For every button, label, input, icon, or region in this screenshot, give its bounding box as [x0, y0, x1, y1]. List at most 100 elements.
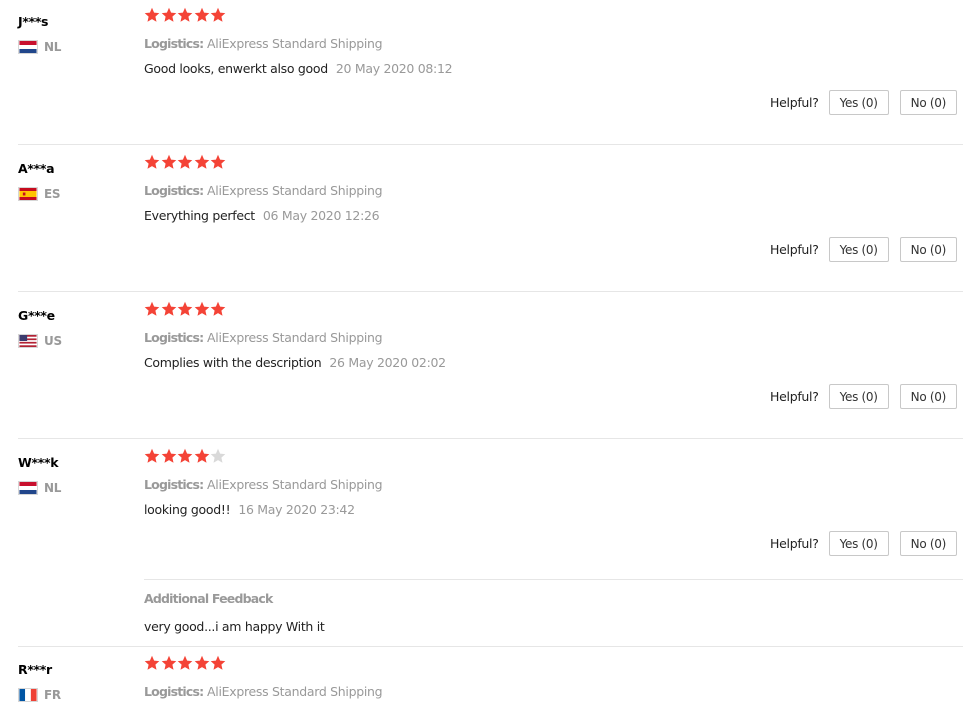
additional-feedback-divider — [144, 579, 963, 580]
helpful-no-button[interactable]: No (0) — [899, 237, 957, 262]
reviewer-name: J***s — [18, 14, 49, 29]
helpful-yes-button[interactable]: Yes (0) — [828, 90, 889, 115]
netherlands-flag-icon — [18, 481, 38, 495]
star-rating — [144, 7, 227, 23]
review-content: Everything perfect 06 May 2020 12:26 — [144, 208, 380, 223]
star-filled-icon — [144, 655, 160, 670]
review-content: Complies with the description 26 May 2020… — [144, 355, 446, 370]
star-filled-icon — [210, 301, 226, 316]
reviewer-country: ES — [18, 187, 61, 201]
helpful-label: Helpful? — [770, 95, 819, 110]
logistics-value: AliExpress Standard Shipping — [207, 36, 383, 51]
logistics-info: Logistics: AliExpress Standard Shipping — [144, 477, 383, 492]
helpful-yes-button[interactable]: Yes (0) — [828, 384, 889, 409]
review-date: 06 May 2020 12:26 — [262, 208, 380, 223]
star-filled-icon — [161, 7, 176, 22]
review-text: Complies with the description — [144, 355, 322, 370]
helpful-label: Helpful? — [770, 242, 819, 257]
star-filled-icon — [210, 7, 226, 22]
star-filled-icon — [161, 154, 176, 169]
france-flag-icon — [18, 688, 38, 702]
helpful-section: Helpful? Yes (0) No (0) — [770, 237, 957, 262]
country-code: FR — [44, 688, 61, 702]
star-filled-icon — [144, 7, 160, 22]
star-filled-icon — [210, 655, 226, 670]
review-text: Everything perfect — [144, 208, 255, 223]
additional-feedback-title: Additional Feedback — [144, 591, 273, 606]
star-filled-icon — [194, 301, 209, 316]
helpful-label: Helpful? — [770, 536, 819, 551]
logistics-info: Logistics: AliExpress Standard Shipping — [144, 684, 383, 699]
reviewer-name: W***k — [18, 455, 59, 470]
star-filled-icon — [161, 301, 176, 316]
logistics-info: Logistics: AliExpress Standard Shipping — [144, 183, 383, 198]
reviewer-country: NL — [18, 481, 61, 495]
helpful-section: Helpful? Yes (0) No (0) — [770, 384, 957, 409]
logistics-label: Logistics: — [144, 330, 204, 345]
review-date: 20 May 2020 08:12 — [335, 61, 453, 76]
logistics-value: AliExpress Standard Shipping — [207, 183, 383, 198]
country-code: ES — [44, 187, 61, 201]
helpful-section: Helpful? Yes (0) No (0) — [770, 90, 957, 115]
reviewer-country: FR — [18, 688, 61, 702]
spain-flag-icon — [18, 187, 38, 201]
country-code: US — [44, 334, 62, 348]
star-filled-icon — [144, 301, 160, 316]
star-filled-icon — [177, 154, 193, 169]
additional-feedback-text: very good...i am happy With it — [144, 619, 325, 634]
review-date: 16 May 2020 23:42 — [238, 502, 355, 517]
logistics-value: AliExpress Standard Shipping — [207, 330, 383, 345]
helpful-yes-button[interactable]: Yes (0) — [828, 237, 889, 262]
star-filled-icon — [194, 448, 209, 463]
star-filled-icon — [177, 7, 193, 22]
country-code: NL — [44, 481, 62, 495]
reviewer-name: A***a — [18, 161, 55, 176]
logistics-label: Logistics: — [144, 183, 204, 198]
united-states-flag-icon — [18, 334, 38, 348]
country-code: NL — [44, 40, 62, 54]
star-filled-icon — [194, 655, 209, 670]
logistics-label: Logistics: — [144, 36, 204, 51]
logistics-label: Logistics: — [144, 684, 204, 699]
star-filled-icon — [161, 448, 176, 463]
review-date: 26 May 2020 02:02 — [329, 355, 446, 370]
star-filled-icon — [177, 655, 193, 670]
star-filled-icon — [144, 154, 160, 169]
review-divider — [18, 291, 963, 292]
logistics-value: AliExpress Standard Shipping — [207, 684, 383, 699]
review-text: looking good!! — [144, 502, 231, 517]
star-filled-icon — [177, 448, 193, 463]
logistics-info: Logistics: AliExpress Standard Shipping — [144, 330, 383, 345]
star-rating — [144, 301, 227, 317]
helpful-no-button[interactable]: No (0) — [899, 531, 957, 556]
logistics-value: AliExpress Standard Shipping — [207, 477, 383, 492]
star-rating — [144, 448, 227, 464]
star-rating — [144, 655, 227, 671]
star-filled-icon — [194, 154, 209, 169]
logistics-label: Logistics: — [144, 477, 204, 492]
helpful-label: Helpful? — [770, 389, 819, 404]
review-divider — [18, 438, 963, 439]
helpful-no-button[interactable]: No (0) — [899, 384, 957, 409]
helpful-yes-button[interactable]: Yes (0) — [828, 531, 889, 556]
reviewer-name: G***e — [18, 308, 55, 323]
star-rating — [144, 154, 227, 170]
star-filled-icon — [177, 301, 193, 316]
review-divider — [18, 144, 963, 145]
review-divider — [18, 646, 963, 647]
helpful-section: Helpful? Yes (0) No (0) — [770, 531, 957, 556]
star-empty-icon — [210, 448, 226, 463]
logistics-info: Logistics: AliExpress Standard Shipping — [144, 36, 383, 51]
reviewer-country: NL — [18, 40, 61, 54]
netherlands-flag-icon — [18, 40, 38, 54]
star-filled-icon — [161, 655, 176, 670]
reviewer-name: R***r — [18, 662, 52, 677]
star-filled-icon — [210, 154, 226, 169]
review-content: Good looks, enwerkt also good 20 May 2020… — [144, 61, 453, 76]
helpful-no-button[interactable]: No (0) — [899, 90, 957, 115]
review-content: looking good!! 16 May 2020 23:42 — [144, 502, 355, 517]
star-filled-icon — [144, 448, 160, 463]
star-filled-icon — [194, 7, 209, 22]
reviewer-country: US — [18, 334, 62, 348]
review-text: Good looks, enwerkt also good — [144, 61, 328, 76]
